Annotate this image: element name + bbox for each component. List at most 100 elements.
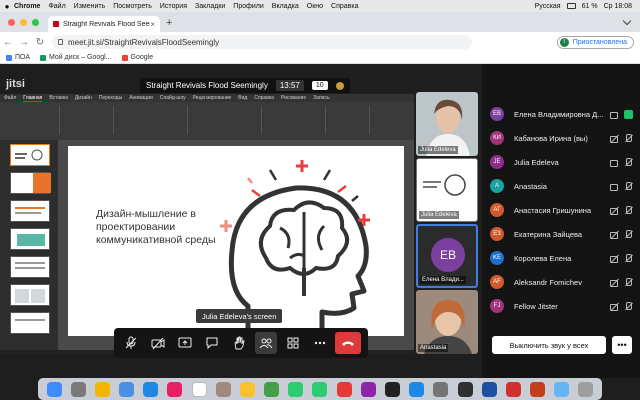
new-tab-button[interactable]: + [166,17,172,29]
notes-icon[interactable] [239,381,255,397]
contacts-icon[interactable] [215,381,231,397]
trash-icon[interactable] [578,381,594,397]
menu-view[interactable]: Посмотреть [113,3,152,10]
lock-icon[interactable] [58,39,63,45]
browser-tab[interactable]: Straight Revivals Flood Seemingly × [48,16,160,32]
appstore-icon[interactable] [409,381,425,397]
battery-icon[interactable] [566,3,576,9]
menu-tab[interactable]: Вкладка [272,3,299,10]
participant-avatar: КИ [490,131,504,145]
photos-icon[interactable] [167,381,183,397]
microphone-off-icon [126,336,137,349]
camera-off-icon [610,134,619,143]
finder-icon[interactable] [46,381,62,397]
zoom-window-button[interactable] [32,19,39,26]
tab-search-chevron-icon[interactable] [622,16,632,26]
menu-history[interactable]: История [160,3,187,10]
menu-file[interactable]: Файл [48,3,65,10]
video-tile[interactable]: Anastasia [416,290,478,354]
participant-row[interactable]: КИ Кабанова Ирина (вы) [482,126,640,150]
participant-row[interactable]: ЕЗ Екатерина Зайцева [482,222,640,246]
participant-row[interactable]: AF Aleksandr Fomichev [482,270,640,294]
chat-button[interactable] [201,332,223,354]
participant-count-badge[interactable]: 10 [311,81,328,90]
screen-share-label: Julia Edeleva's screen [196,309,283,323]
launchpad-icon[interactable] [70,381,86,397]
calendar-icon[interactable] [191,381,207,397]
participant-row[interactable]: KE Королева Елена [482,246,640,270]
participant-row[interactable]: EB Елена Владимировна Д... [482,102,640,126]
tile-view-button[interactable] [282,332,304,354]
input-language[interactable]: Русская [535,3,561,10]
profile-status: Приостановлена [572,38,627,46]
participant-row[interactable]: FJ Fellow Jitster [482,294,640,318]
status-area: Русская 61 % Ср 18:08 [535,3,640,10]
forward-button[interactable]: → [16,37,32,48]
mute-all-button[interactable]: Выключить звук у всех [492,336,606,354]
video-tile[interactable]: EB Елена Влади... [416,224,478,288]
url-text: meet.jit.si/StraightRevivalsFloodSeeming… [68,37,220,47]
meeting-toolbar [114,328,368,358]
close-tab-icon[interactable]: × [150,20,155,29]
word-icon[interactable] [481,381,497,397]
apple-icon[interactable]: ● [0,2,14,11]
reload-button[interactable]: ↻ [32,37,48,48]
bookmark-poa[interactable]: ПОА [6,54,30,61]
more-actions-button[interactable] [309,332,331,354]
raise-hand-button[interactable] [228,332,250,354]
menu-help[interactable]: Справка [331,3,358,10]
podcasts-icon[interactable] [360,381,376,397]
close-window-button[interactable] [8,19,15,26]
tile-name: Julia Edeleva [418,146,458,154]
settings-icon[interactable] [433,381,449,397]
minimize-window-button[interactable] [20,19,27,26]
participant-name: Julia Edeleva [514,157,559,167]
facetime-icon[interactable] [288,381,304,397]
microphone-off-icon [624,133,633,143]
messages-icon[interactable] [312,381,328,397]
participant-row[interactable]: AГ Анастасия Гришунина [482,198,640,222]
menu-app-chrome[interactable]: Chrome [14,3,40,10]
bookmark-label: Google [130,54,154,61]
participants-button[interactable] [254,332,277,354]
tv-icon[interactable] [384,381,400,397]
speaking-indicator-icon [624,109,633,119]
back-button[interactable]: ← [0,37,16,48]
chrome-icon[interactable] [94,381,110,397]
participants-more-button[interactable]: ••• [612,336,632,354]
bookmark-drive[interactable]: Мой диск – Googl... [40,54,112,61]
clock[interactable]: Ср 18:08 [604,3,632,10]
music-icon[interactable] [336,381,352,397]
mail-icon[interactable] [119,381,135,397]
mute-microphone-button[interactable] [120,332,142,354]
slide-thumbnail [10,200,50,222]
address-bar[interactable]: meet.jit.si/StraightRevivalsFloodSeeming… [52,35,472,49]
jitsi-logo[interactable]: jitsi [6,78,25,90]
leave-meeting-button[interactable] [335,332,362,354]
pdf-icon[interactable] [505,381,521,397]
safari-icon[interactable] [143,381,159,397]
participants-icon [259,338,273,349]
profile-button[interactable]: I Приостановлена [556,35,634,49]
menu-window[interactable]: Окно [307,3,323,10]
menu-edit[interactable]: Изменить [74,3,106,10]
powerpoint-icon[interactable] [530,381,546,397]
toggle-camera-button[interactable] [147,332,169,354]
participant-row[interactable]: JE Julia Edeleva [482,150,640,174]
ppt-tab: Вид [238,95,248,101]
downloads-icon[interactable] [554,381,570,397]
menu-profiles[interactable]: Профили [233,3,263,10]
connection-indicator-icon[interactable] [335,81,344,90]
slide-thumbnails [0,140,58,350]
participant-name: Королева Елена [514,253,572,263]
slide-thumbnail [10,144,50,166]
share-screen-button[interactable] [174,332,196,354]
bookmark-google[interactable]: Google [121,54,154,61]
maps-icon[interactable] [264,381,280,397]
menu-bookmarks[interactable]: Закладки [195,3,225,10]
participant-row[interactable]: A Anastasia [482,174,640,198]
video-tile[interactable]: Julia Edeleva [416,92,478,156]
video-tile[interactable]: Julia Edeleva [416,158,478,222]
participants-panel: EB Елена Владимировна Д... КИ Кабанова И… [482,64,640,378]
obs-icon[interactable] [457,381,473,397]
